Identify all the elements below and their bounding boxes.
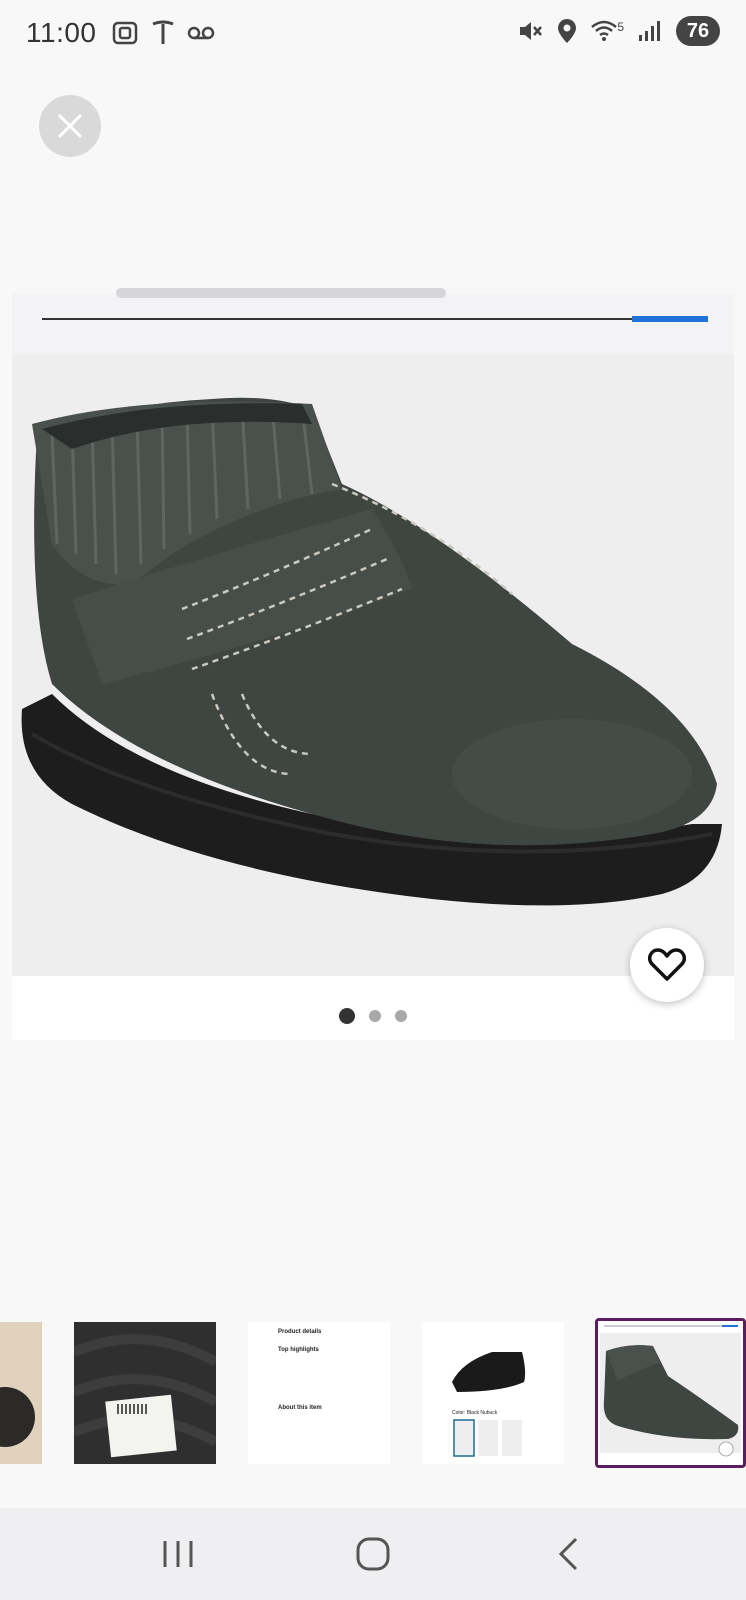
wifi-label: 5 [617,20,624,34]
status-bar: 11:00 5 76 [0,0,746,66]
thumbnail-4[interactable]: Color: Black Nubuck [422,1322,564,1464]
thumbnail-4-color-label: Color: Black Nubuck [452,1410,498,1416]
thumbnail-3-title: Product details [278,1329,322,1335]
signal-icon [639,21,660,41]
favorite-button[interactable] [630,928,704,1002]
back-button[interactable] [528,1524,608,1584]
thumbnail-3-heading: Top highlights [278,1347,319,1353]
thumbnail-3[interactable]: Product details Top highlights About thi… [248,1322,390,1464]
thumbnail-strip[interactable]: Product details Top highlights About thi… [0,1318,746,1468]
screenshot-header-strip [12,288,734,354]
status-left-icons [111,20,215,46]
heart-icon [648,948,686,981]
page-dot-1[interactable] [339,1008,355,1024]
close-icon [57,113,83,139]
thumbnail-4-image [422,1322,564,1464]
recent-apps-icon [163,1541,193,1567]
thumbnail-3-about: About this item [278,1405,322,1411]
page-indicator [12,1008,734,1024]
thumbnail-5[interactable] [595,1318,746,1468]
home-icon [356,1537,390,1571]
thumbnail-2-image [74,1322,216,1464]
page-dot-3[interactable] [395,1010,407,1022]
thumbnail-1[interactable] [0,1322,42,1464]
voicemail-icon [187,26,214,40]
close-button[interactable] [39,95,101,157]
thumbnail-2[interactable] [74,1322,216,1464]
status-time: 11:00 [26,17,97,48]
product-image[interactable] [12,354,734,976]
home-button[interactable] [333,1524,413,1584]
mute-icon [520,22,543,40]
screen-record-icon [112,21,137,45]
page-dot-2[interactable] [369,1010,381,1022]
boot-image [21,397,723,906]
battery-indicator: 76 [676,16,720,46]
navigation-bar [0,1508,746,1600]
image-viewer[interactable] [12,288,734,1040]
recent-apps-button[interactable] [138,1524,218,1584]
location-icon [558,19,577,43]
tesla-icon [151,20,174,44]
search-underline [42,318,632,320]
back-icon [559,1537,578,1571]
header-pill [116,288,446,298]
search-accent-bar [632,316,708,322]
status-right-icons: 5 76 [517,16,720,46]
wifi-icon [591,20,618,41]
thumbnail-5-image [598,1321,743,1465]
thumbnail-1-image [0,1322,42,1464]
wifi-indicator: 5 [591,20,624,42]
